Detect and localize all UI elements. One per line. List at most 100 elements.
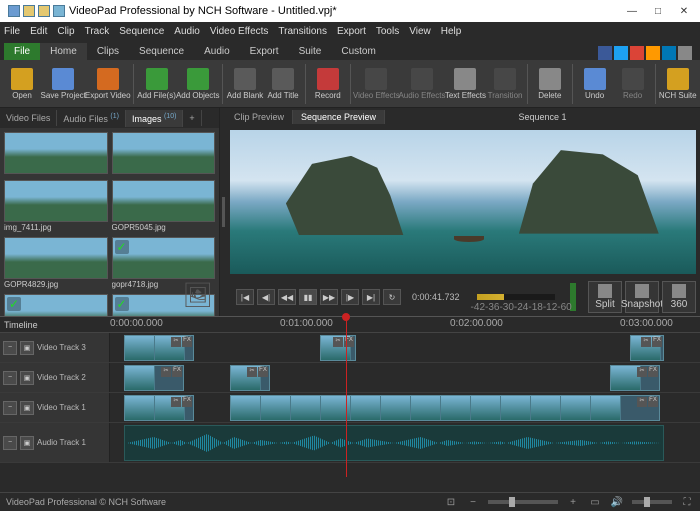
social-link-1[interactable] xyxy=(614,46,628,60)
social-link-4[interactable] xyxy=(662,46,676,60)
video-clip[interactable]: ✂FX xyxy=(320,335,356,361)
ribbon-redo-button[interactable]: Redo xyxy=(615,62,651,106)
menu-sequence[interactable]: Sequence xyxy=(119,26,164,37)
track-expand-icon[interactable]: − xyxy=(3,436,17,450)
ribbon-text-effects-button[interactable]: Text Effects xyxy=(446,62,485,106)
timeline-ruler[interactable]: 0:00:00.0000:01:00.0000:02:00.0000:03:00… xyxy=(110,317,700,333)
track-content[interactable]: ✂FX✂FX✂FX xyxy=(110,333,700,362)
bin-tab-images[interactable]: Images (10) xyxy=(126,110,183,127)
ribbon-transition-button[interactable]: Transition xyxy=(487,62,523,106)
tab-clip-preview[interactable]: Clip Preview xyxy=(226,110,293,124)
ribbon-add-blank-button[interactable]: Add Blank xyxy=(227,62,263,106)
menu-transitions[interactable]: Transitions xyxy=(278,26,327,37)
clip-fx-icon[interactable]: ✂ xyxy=(637,367,647,377)
social-link-2[interactable] xyxy=(630,46,644,60)
menu-track[interactable]: Track xyxy=(85,26,110,37)
rewind-button[interactable]: ◀◀ xyxy=(278,289,296,305)
menu-clip[interactable]: Clip xyxy=(57,26,74,37)
snapshot-button[interactable]: Snapshot xyxy=(625,281,659,313)
ribbon-save-project-button[interactable]: Save Project xyxy=(42,62,84,106)
ribbon-tab-custom[interactable]: Custom xyxy=(331,43,385,60)
ribbon-nch-suite-button[interactable]: NCH Suite xyxy=(659,62,696,106)
fullscreen-button[interactable]: ⛶ xyxy=(680,495,694,509)
ribbon-tab-home[interactable]: Home xyxy=(40,43,87,60)
track-expand-icon[interactable]: − xyxy=(3,371,17,385)
clip-fx-icon[interactable]: ✂ xyxy=(641,337,651,347)
track-expand-icon[interactable]: − xyxy=(3,341,17,355)
ribbon-audio-effects-button[interactable]: Audio Effects xyxy=(400,62,444,106)
clip-fx-icon[interactable]: ✂ xyxy=(637,397,647,407)
track-header[interactable]: −▣Video Track 2 xyxy=(0,363,110,392)
clip-fx-icon[interactable]: FX xyxy=(648,367,658,377)
video-clip[interactable]: ✂FX xyxy=(630,335,664,361)
ribbon-video-effects-button[interactable]: Video Effects xyxy=(355,62,399,106)
bin-add-tab-button[interactable]: + xyxy=(183,110,201,126)
media-thumbnail[interactable]: img_7411.jpg xyxy=(4,180,108,233)
bin-tab-video-files[interactable]: Video Files xyxy=(0,110,57,126)
zoom-slider[interactable] xyxy=(488,500,558,504)
clip-fx-icon[interactable]: ✂ xyxy=(161,367,171,377)
qat-save-icon[interactable] xyxy=(53,5,65,17)
ribbon-delete-button[interactable]: Delete xyxy=(532,62,568,106)
ribbon-tab-audio[interactable]: Audio xyxy=(194,43,240,60)
tab-sequence-preview[interactable]: Sequence Preview xyxy=(293,110,385,124)
menu-help[interactable]: Help xyxy=(441,26,462,37)
video-clip[interactable]: ✂FX xyxy=(124,335,194,361)
minimize-button[interactable]: — xyxy=(626,5,638,17)
menu-tools[interactable]: Tools xyxy=(376,26,399,37)
clip-fx-icon[interactable]: ✂ xyxy=(333,337,343,347)
bin-tab-audio-files[interactable]: Audio Files (1) xyxy=(57,110,126,127)
ribbon-add-file-s--button[interactable]: Add File(s) xyxy=(138,62,175,106)
clip-fx-icon[interactable]: ✂ xyxy=(171,337,181,347)
menu-file[interactable]: File xyxy=(4,26,20,37)
volume-slider[interactable] xyxy=(632,500,672,504)
ribbon-record-button[interactable]: Record xyxy=(310,62,346,106)
goto-start-button[interactable]: |◀ xyxy=(236,289,254,305)
track-toggle-icon[interactable]: ▣ xyxy=(20,341,34,355)
menu-export[interactable]: Export xyxy=(337,26,366,37)
forward-button[interactable]: ▶▶ xyxy=(320,289,338,305)
clip-fx-icon[interactable]: FX xyxy=(652,337,662,347)
scrub-bar[interactable] xyxy=(477,294,555,300)
360-button[interactable]: 360 xyxy=(662,281,696,313)
video-clip[interactable]: ✂FX xyxy=(230,365,270,391)
clip-fx-icon[interactable]: FX xyxy=(172,367,182,377)
ribbon-tab-file[interactable]: File xyxy=(4,43,40,60)
clip-fx-icon[interactable]: FX xyxy=(258,367,268,377)
play-pause-button[interactable]: ▮▮ xyxy=(299,289,317,305)
ribbon-add-title-button[interactable]: Add Title xyxy=(265,62,301,106)
prev-frame-button[interactable]: ◀| xyxy=(257,289,275,305)
track-toggle-icon[interactable]: ▣ xyxy=(20,436,34,450)
media-thumbnail[interactable]: GOPR5045.jpg xyxy=(112,180,216,233)
ribbon-export-video-button[interactable]: Export Video xyxy=(86,62,129,106)
mute-button[interactable]: 🔊 xyxy=(610,495,624,509)
video-clip[interactable]: ✂FX xyxy=(124,395,194,421)
ribbon-undo-button[interactable]: Undo xyxy=(577,62,613,106)
ribbon-tab-clips[interactable]: Clips xyxy=(87,43,129,60)
audio-clip[interactable] xyxy=(124,425,664,461)
track-toggle-icon[interactable]: ▣ xyxy=(20,401,34,415)
bin-grid[interactable]: img_7411.jpgGOPR5045.jpgGOPR4829.jpggopr… xyxy=(0,128,219,316)
clip-fx-icon[interactable]: ✂ xyxy=(247,367,257,377)
media-thumbnail[interactable] xyxy=(112,132,216,176)
track-content[interactable] xyxy=(110,423,700,462)
ribbon-tab-sequence[interactable]: Sequence xyxy=(129,43,194,60)
zoom-in-button[interactable]: + xyxy=(566,495,580,509)
menu-audio[interactable]: Audio xyxy=(174,26,200,37)
video-clip[interactable]: ✂FX xyxy=(124,365,184,391)
zoom-out-button[interactable]: − xyxy=(466,495,480,509)
track-header[interactable]: −▣Audio Track 1 xyxy=(0,423,110,462)
media-thumbnail[interactable]: GOPR0691.jpg xyxy=(4,294,108,316)
track-content[interactable]: ✂FX✂FX✂FX xyxy=(110,363,700,392)
clip-fx-icon[interactable]: FX xyxy=(648,397,658,407)
menu-edit[interactable]: Edit xyxy=(30,26,47,37)
qat-open-icon[interactable] xyxy=(38,5,50,17)
social-link-5[interactable] xyxy=(678,46,692,60)
split-button[interactable]: Split xyxy=(588,281,622,313)
ribbon-add-objects-button[interactable]: Add Objects xyxy=(177,62,218,106)
close-button[interactable]: ✕ xyxy=(678,5,690,17)
social-link-3[interactable] xyxy=(646,46,660,60)
next-frame-button[interactable]: |▶ xyxy=(341,289,359,305)
track-content[interactable]: ✂FX ✂FX xyxy=(110,393,700,422)
media-thumbnail[interactable] xyxy=(4,132,108,176)
